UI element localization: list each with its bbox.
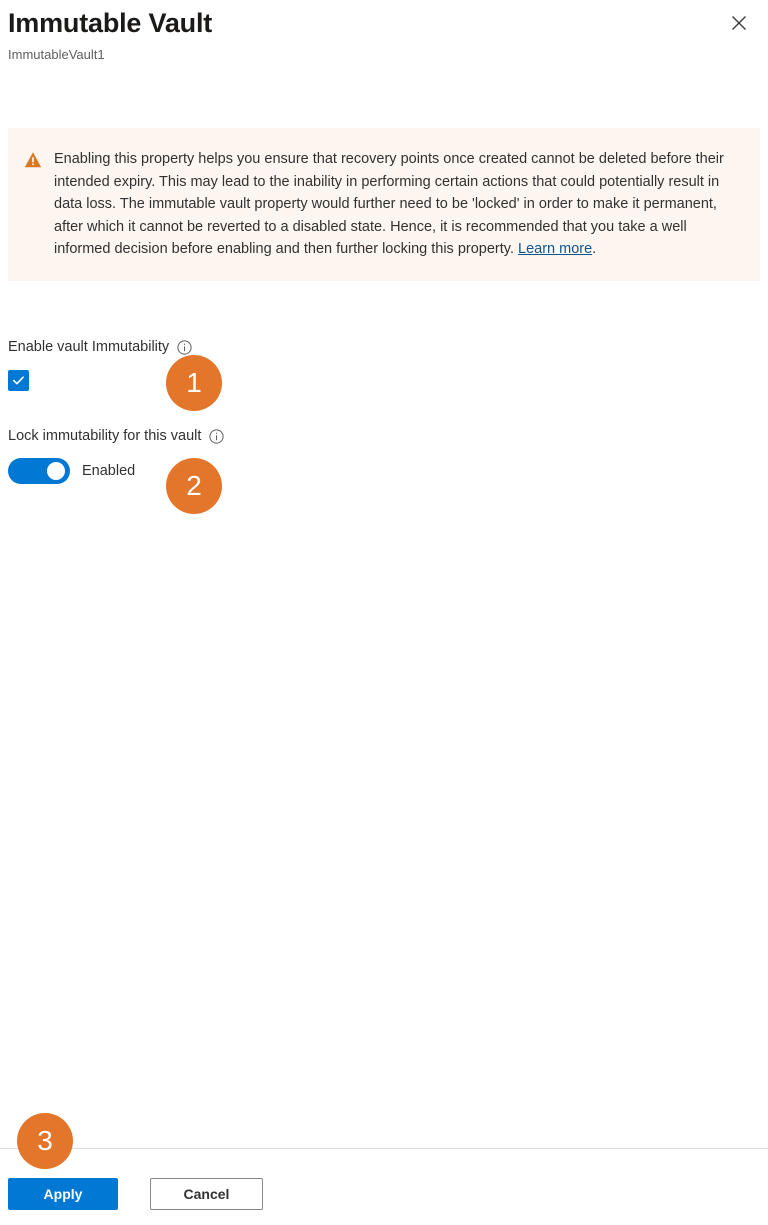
toggle-knob (47, 462, 65, 480)
lock-immutability-toggle[interactable] (8, 458, 70, 484)
warning-triangle-icon (24, 151, 42, 169)
close-icon (731, 15, 747, 31)
warning-banner: Enabling this property helps you ensure … (8, 128, 760, 281)
cancel-button[interactable]: Cancel (150, 1178, 263, 1210)
footer-divider (0, 1148, 768, 1149)
immutable-vault-blade: Immutable Vault ImmutableVault1 Enabling… (0, 0, 768, 1225)
learn-more-link[interactable]: Learn more (518, 241, 592, 257)
close-button[interactable] (722, 6, 756, 40)
enable-immutability-checkbox[interactable] (8, 370, 29, 391)
lock-immutability-label: Lock immutability for this vault (8, 428, 202, 444)
warning-text-body: Enabling this property helps you ensure … (54, 151, 724, 257)
annotation-badge-1: 1 (166, 355, 222, 411)
page-title: Immutable Vault (8, 8, 213, 38)
info-icon[interactable] (209, 428, 225, 444)
apply-button[interactable]: Apply (8, 1178, 118, 1210)
lock-immutability-label-row: Lock immutability for this vault (8, 426, 225, 446)
annotation-badge-2: 2 (166, 458, 222, 514)
info-icon[interactable] (177, 339, 192, 355)
page-subtitle: ImmutableVault1 (8, 47, 105, 62)
enable-immutability-label: Enable vault Immutability (8, 339, 170, 355)
warning-text-tail: . (592, 241, 597, 257)
annotation-badge-3: 3 (17, 1113, 73, 1169)
warning-banner-text: Enabling this property helps you ensure … (54, 148, 742, 261)
blade-header: Immutable Vault ImmutableVault1 (0, 0, 768, 110)
blade-footer: Apply Cancel (8, 1178, 263, 1210)
lock-immutability-state-label: Enabled (82, 463, 136, 479)
enable-immutability-label-row: Enable vault Immutability (8, 337, 192, 357)
field-enable-vault-immutability: Enable vault Immutability (8, 337, 192, 391)
